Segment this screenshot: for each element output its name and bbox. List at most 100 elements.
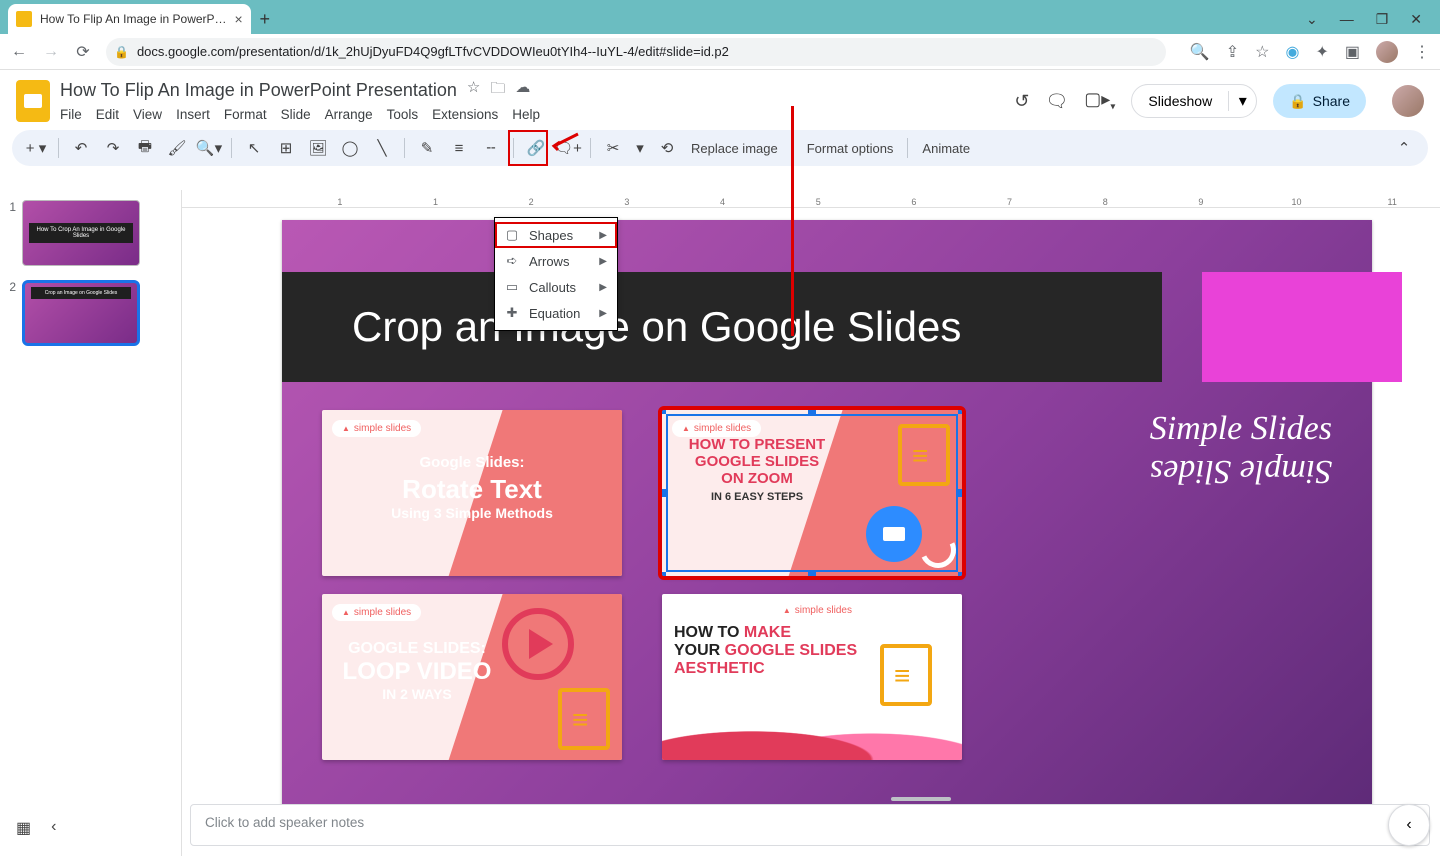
thumb-title: Crop an Image on Google Slides <box>31 287 131 299</box>
border-dash-button[interactable]: ╌ <box>477 134 505 162</box>
move-icon[interactable]: 🗀 <box>490 78 505 103</box>
menu-slide[interactable]: Slide <box>281 107 311 122</box>
menu-view[interactable]: View <box>133 107 162 122</box>
notes-resize-handle[interactable] <box>891 797 951 801</box>
canvas[interactable]: 11234567891011 Crop an Image on Google S… <box>182 190 1440 856</box>
dropdown-item-callouts[interactable]: ▭ Callouts ▶ <box>495 274 617 300</box>
dropdown-item-arrows[interactable]: ➪ Arrows ▶ <box>495 248 617 274</box>
menu-tools[interactable]: Tools <box>387 107 419 122</box>
slides-doc-icon <box>880 644 932 706</box>
history-icon[interactable]: ↺ <box>1014 91 1029 112</box>
mask-reset-button[interactable]: ⟲ <box>653 134 681 162</box>
sidepanel-icon[interactable]: ▣ <box>1345 42 1360 62</box>
resize-handle[interactable] <box>958 572 962 576</box>
lock-icon: 🔒 <box>114 45 129 59</box>
link-button[interactable]: 🔗 <box>522 134 550 162</box>
slide-thumb-1[interactable]: How To Crop An Image in Google Slides <box>22 200 140 266</box>
dropdown-label: Callouts <box>529 280 576 295</box>
browser-menu-icon[interactable]: ⋮ <box>1414 42 1430 62</box>
thumb-number: 2 <box>6 280 16 346</box>
redo-button[interactable]: ↷ <box>99 134 127 162</box>
share-page-icon[interactable]: ⇪ <box>1226 42 1239 62</box>
dropdown-item-shapes[interactable]: ▢ Shapes ▶ <box>495 222 617 248</box>
border-weight-button[interactable]: ≡ <box>445 134 473 162</box>
menu-arrange[interactable]: Arrange <box>325 107 373 122</box>
resize-handle[interactable] <box>958 410 962 414</box>
crop-dropdown-icon[interactable]: ▾ <box>631 134 649 162</box>
menu-insert[interactable]: Insert <box>176 107 210 122</box>
slides-favicon <box>16 11 32 27</box>
crop-button[interactable]: ✂ <box>599 134 627 162</box>
window-dropdown-icon[interactable]: ⌄ <box>1306 11 1318 28</box>
bookmark-icon[interactable]: ☆ <box>1255 42 1269 62</box>
star-icon[interactable]: ☆ <box>467 78 480 103</box>
extensions-icon[interactable]: ✦ <box>1315 42 1328 62</box>
select-tool[interactable]: ↖ <box>240 134 268 162</box>
minimize-icon[interactable]: — <box>1340 11 1354 28</box>
slide-thumb-2[interactable]: Crop an Image on Google Slides <box>22 280 140 346</box>
share-button[interactable]: 🔒 Share <box>1273 84 1366 118</box>
paint-format-button[interactable]: 🖌 <box>163 134 191 162</box>
speaker-notes[interactable]: Click to add speaker notes <box>190 804 1430 846</box>
slideshow-button[interactable]: Slideshow ▾ <box>1131 84 1257 118</box>
side-text-flipped[interactable]: Simple Slides <box>1150 452 1332 490</box>
present-meet-icon[interactable]: ▢▸▾ <box>1084 89 1115 113</box>
menu-format[interactable]: Format <box>224 107 267 122</box>
comment-button[interactable]: 🗨+ <box>554 134 582 162</box>
format-options-button[interactable]: Format options <box>801 141 900 156</box>
image-card-rotate-text[interactable]: simple slides Google Slides: Rotate Text… <box>322 410 622 576</box>
slides-logo-icon[interactable] <box>16 80 50 122</box>
browser-avatar[interactable] <box>1376 41 1398 63</box>
border-color-button[interactable]: ✎ <box>413 134 441 162</box>
menu-extensions[interactable]: Extensions <box>432 107 498 122</box>
zoom-icon[interactable]: 🔍 <box>1190 42 1210 62</box>
slide-canvas[interactable]: Crop an Image on Google Slides Simple Sl… <box>282 220 1372 830</box>
close-tab-icon[interactable]: × <box>235 11 243 27</box>
slide-title-bar[interactable]: Crop an Image on Google Slides <box>282 272 1162 382</box>
close-window-icon[interactable]: ✕ <box>1410 11 1422 28</box>
resize-handle[interactable] <box>662 572 666 576</box>
account-avatar[interactable] <box>1392 85 1424 117</box>
print-button[interactable]: 🖶 <box>131 134 159 162</box>
resize-handle[interactable] <box>958 489 962 497</box>
animate-button[interactable]: Animate <box>916 141 976 156</box>
replace-image-button[interactable]: Replace image <box>685 141 784 156</box>
new-slide-button[interactable]: + ▾ <box>22 134 50 162</box>
explore-button[interactable]: ‹ <box>1388 804 1430 846</box>
dropdown-item-equation[interactable]: ✚ Equation ▶ <box>495 300 617 326</box>
side-text[interactable]: Simple Slides <box>1150 410 1332 448</box>
zoom-button[interactable]: 🔍▾ <box>195 134 223 162</box>
line-tool[interactable]: ╲ <box>368 134 396 162</box>
new-tab-button[interactable]: + <box>251 9 279 34</box>
textbox-tool[interactable]: ⊞ <box>272 134 300 162</box>
image-card-present-zoom[interactable]: simple slides HOW TO PRESENT GOOGLE SLID… <box>662 410 962 576</box>
addrbar-right-icons: 🔍 ⇪ ☆ ◉ ✦ ▣ ⋮ <box>1190 41 1430 63</box>
back-icon[interactable]: ← <box>10 43 28 61</box>
url-field[interactable]: 🔒 docs.google.com/presentation/d/1k_2hUj… <box>106 38 1166 66</box>
menu-edit[interactable]: Edit <box>96 107 119 122</box>
resize-handle[interactable] <box>808 410 816 414</box>
image-tool[interactable]: 🖼 <box>304 134 332 162</box>
grid-view-icon[interactable]: ▦ <box>16 818 31 838</box>
image-card-aesthetic[interactable]: simple slides HOW TO MAKE YOUR GOOGLE SL… <box>662 594 962 760</box>
resize-handle[interactable] <box>662 489 666 497</box>
extension-1-icon[interactable]: ◉ <box>1286 42 1300 62</box>
resize-handle[interactable] <box>662 410 666 414</box>
menu-help[interactable]: Help <box>512 107 540 122</box>
shape-tool[interactable]: ◯ <box>336 134 364 162</box>
image-card-loop-video[interactable]: simple slides GOOGLE SLIDES: LOOP VIDEO … <box>322 594 622 760</box>
menu-file[interactable]: File <box>60 107 82 122</box>
pink-accent-block[interactable] <box>1202 272 1402 382</box>
reload-icon[interactable]: ⟳ <box>74 42 92 62</box>
browser-address-bar: ← → ⟳ 🔒 docs.google.com/presentation/d/1… <box>0 34 1440 70</box>
doc-title[interactable]: How To Flip An Image in PowerPoint Prese… <box>60 80 457 101</box>
resize-handle[interactable] <box>808 572 816 576</box>
undo-button[interactable]: ↶ <box>67 134 95 162</box>
slideshow-dropdown-icon[interactable]: ▾ <box>1228 91 1256 111</box>
comments-icon[interactable]: 🗨 <box>1045 91 1068 112</box>
browser-tab[interactable]: How To Flip An Image in PowerP… × <box>8 4 251 34</box>
toolbar-collapse-icon[interactable]: ⌃ <box>1390 134 1418 162</box>
collapse-filmstrip-icon[interactable]: ‹ <box>51 818 56 838</box>
dropdown-label: Arrows <box>529 254 569 269</box>
maximize-icon[interactable]: ❐ <box>1376 11 1389 28</box>
